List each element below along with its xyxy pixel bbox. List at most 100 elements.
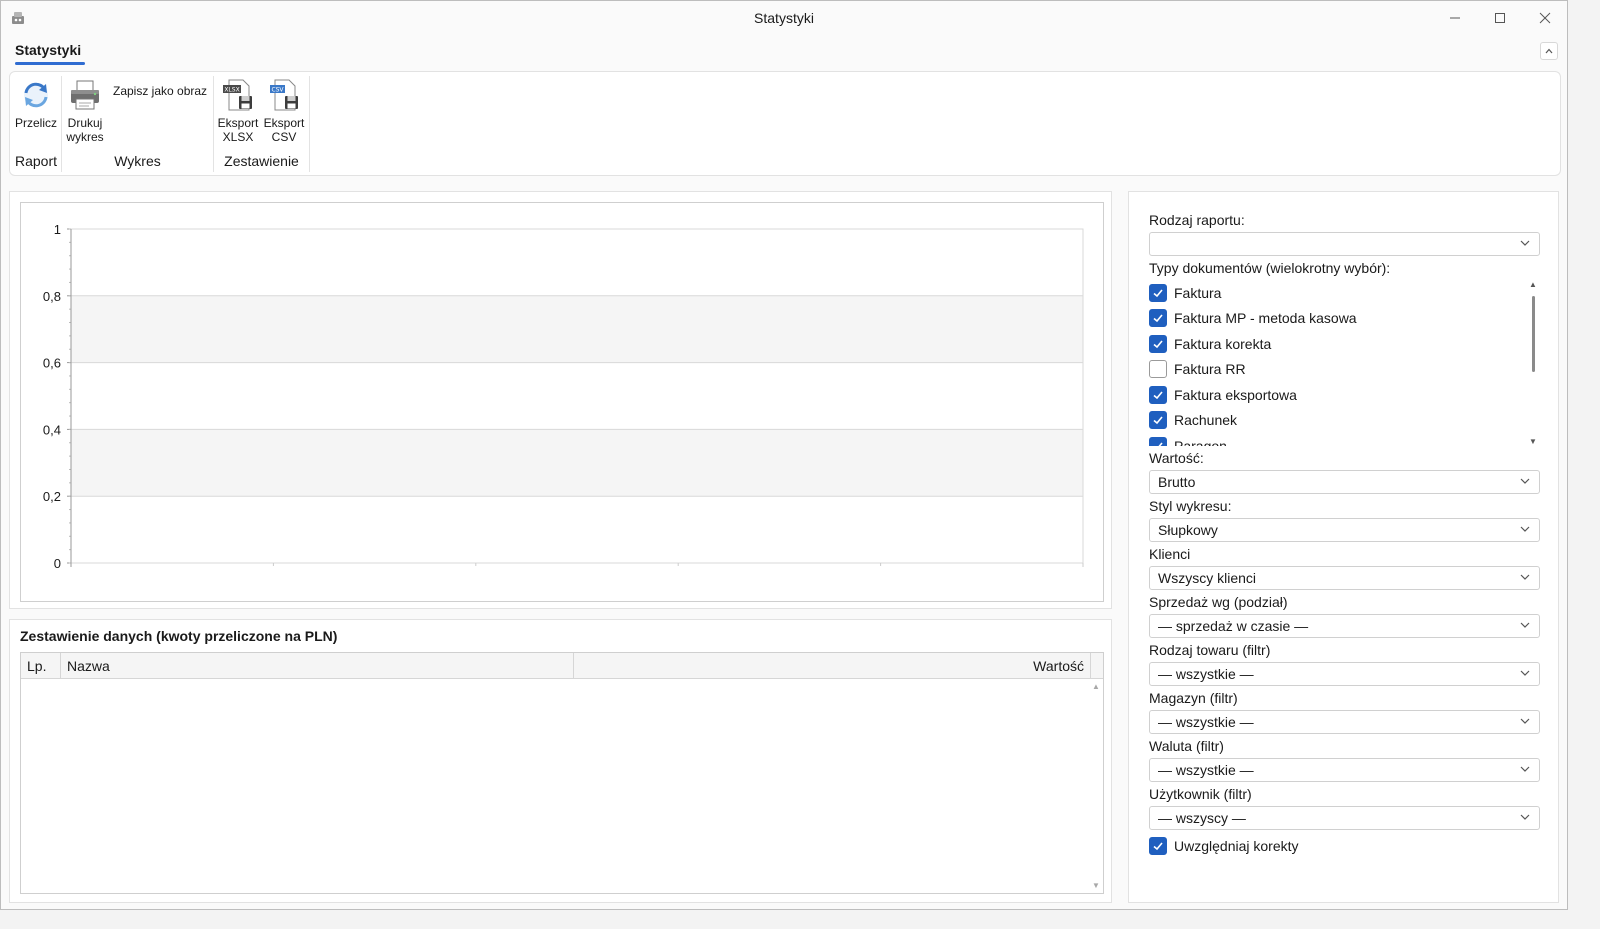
- ribbon-group-title-wykres: Wykres: [114, 153, 161, 169]
- warehouse-label: Magazyn (filtr): [1149, 690, 1238, 706]
- column-header-wartosc[interactable]: Wartość: [574, 653, 1091, 679]
- checkbox-checked-icon[interactable]: [1149, 411, 1167, 429]
- currency-select[interactable]: — wszystkie —: [1149, 758, 1540, 782]
- column-header-nazwa[interactable]: Nazwa: [61, 653, 574, 679]
- product-type-select[interactable]: — wszystkie —: [1149, 662, 1540, 686]
- tab-underline: [15, 62, 85, 65]
- checkbox-checked-icon[interactable]: [1149, 837, 1167, 855]
- scroll-down-icon[interactable]: ▼: [1529, 437, 1537, 446]
- window-title: Statystyki: [754, 10, 814, 26]
- checkbox-checked-icon[interactable]: [1149, 309, 1167, 327]
- grid-vertical-scrollbar[interactable]: ▲ ▼: [1089, 679, 1103, 893]
- data-summary-title: Zestawienie danych (kwoty przeliczone na…: [20, 628, 338, 644]
- warehouse-value: — wszystkie —: [1158, 714, 1254, 730]
- document-type-label: Faktura RR: [1174, 361, 1246, 377]
- scroll-up-icon[interactable]: ▲: [1092, 682, 1100, 691]
- report-type-select[interactable]: [1149, 232, 1540, 256]
- recalculate-button[interactable]: Przelicz: [14, 78, 58, 130]
- chevron-down-icon: [1520, 240, 1530, 246]
- ribbon-group-raport: Przelicz Raport: [10, 72, 62, 175]
- minimize-icon: [1450, 17, 1460, 19]
- document-type-label: Faktura korekta: [1174, 336, 1272, 352]
- chart-band: [71, 295, 1083, 363]
- svg-text:CSV: CSV: [271, 87, 284, 94]
- chevron-down-icon: [1520, 814, 1530, 820]
- export-xlsx-button[interactable]: XLSX Eksport XLSX: [217, 78, 259, 144]
- refresh-icon: [24, 82, 48, 108]
- ribbon-collapse-button[interactable]: [1540, 42, 1558, 60]
- product-type-value: — wszystkie —: [1158, 666, 1254, 682]
- y-tick-label: 0: [54, 556, 61, 571]
- currency-value: — wszystkie —: [1158, 762, 1254, 778]
- scroll-down-icon[interactable]: ▼: [1092, 881, 1100, 890]
- currency-label: Waluta (filtr): [1149, 738, 1224, 754]
- export-csv-label-line1: Eksport: [263, 116, 305, 130]
- sales-split-select[interactable]: — sprzedaż w czasie —: [1149, 614, 1540, 638]
- chart-band: [71, 429, 1083, 497]
- column-header-lp[interactable]: Lp.: [21, 653, 61, 679]
- app-window: Statystyki Statystyki Przelicz Raport Dr…: [0, 0, 1568, 910]
- document-types-list: Faktura Faktura MP - metoda kasowa Faktu…: [1149, 280, 1540, 446]
- maximize-button[interactable]: [1477, 1, 1523, 35]
- document-type-label: Faktura MP - metoda kasowa: [1174, 310, 1357, 326]
- scroll-up-icon[interactable]: ▲: [1529, 280, 1537, 289]
- checkbox-checked-icon[interactable]: [1149, 386, 1167, 404]
- sales-split-value: — sprzedaż w czasie —: [1158, 618, 1309, 634]
- chart-style-select[interactable]: Słupkowy: [1149, 518, 1540, 542]
- ribbon-group-title-raport: Raport: [14, 153, 58, 169]
- svg-text:XLSX: XLSX: [224, 87, 239, 94]
- report-type-label: Rodzaj raportu:: [1149, 212, 1245, 228]
- csv-export-icon: CSV: [270, 79, 298, 111]
- document-type-label: Faktura: [1174, 285, 1222, 301]
- scrollbar-thumb[interactable]: [1532, 296, 1535, 372]
- document-type-item[interactable]: Faktura korekta: [1149, 333, 1271, 355]
- checkbox-checked-icon[interactable]: [1149, 335, 1167, 353]
- chevron-down-icon: [1520, 718, 1530, 724]
- document-type-item[interactable]: Faktura MP - metoda kasowa: [1149, 307, 1357, 329]
- user-label: Użytkownik (filtr): [1149, 786, 1252, 802]
- y-tick-label: 0,6: [43, 356, 61, 371]
- chevron-down-icon: [1520, 766, 1530, 772]
- document-types-label: Typy dokumentów (wielokrotny wybór):: [1149, 260, 1391, 276]
- print-chart-button[interactable]: Drukuj wykres: [64, 78, 106, 144]
- report-options-panel: Rodzaj raportu: Typy dokumentów (wielokr…: [1128, 191, 1559, 903]
- user-select[interactable]: — wszyscy —: [1149, 806, 1540, 830]
- export-csv-button[interactable]: CSV Eksport CSV: [263, 78, 305, 144]
- minimize-button[interactable]: [1432, 1, 1478, 35]
- warehouse-select[interactable]: — wszystkie —: [1149, 710, 1540, 734]
- chevron-down-icon: [1520, 478, 1530, 484]
- document-types-scrollbar[interactable]: ▲ ▼: [1529, 280, 1539, 446]
- y-tick-label: 0,8: [43, 289, 61, 304]
- ribbon-tab-row: Statystyki: [1, 35, 1567, 69]
- document-type-item[interactable]: Rachunek: [1149, 409, 1237, 431]
- document-type-item[interactable]: Faktura RR: [1149, 358, 1246, 380]
- document-type-label: Paragon: [1174, 438, 1227, 446]
- clients-select[interactable]: Wszyscy klienci: [1149, 566, 1540, 590]
- maximize-icon: [1495, 13, 1505, 23]
- close-button[interactable]: [1522, 1, 1568, 35]
- title-bar: Statystyki: [1, 1, 1567, 35]
- y-tick-label: 0,2: [43, 489, 61, 504]
- document-type-item[interactable]: Faktura eksportowa: [1149, 384, 1297, 406]
- tab-statystyki[interactable]: Statystyki: [15, 42, 81, 58]
- xlsx-export-icon: XLSX: [223, 79, 252, 111]
- checkbox-unchecked-icon[interactable]: [1149, 360, 1167, 378]
- chevron-down-icon: [1520, 622, 1530, 628]
- product-type-label: Rodzaj towaru (filtr): [1149, 642, 1271, 658]
- checkbox-checked-icon[interactable]: [1149, 437, 1167, 446]
- export-xlsx-label-line1: Eksport: [217, 116, 259, 130]
- chevron-down-icon: [1520, 574, 1530, 580]
- value-select[interactable]: Brutto: [1149, 470, 1540, 494]
- checkbox-checked-icon[interactable]: [1149, 284, 1167, 302]
- document-type-item[interactable]: Faktura: [1149, 282, 1221, 304]
- save-as-image-button[interactable]: Zapisz jako obraz: [113, 84, 207, 98]
- chevron-up-icon: [1545, 48, 1553, 54]
- chart-frame: 1 0,8 0,6 0,4 0,2 0: [20, 202, 1104, 602]
- export-csv-label-line2: CSV: [271, 130, 297, 144]
- include-corrections-label: Uwzględniaj korekty: [1174, 838, 1299, 854]
- ribbon-separator: [309, 76, 310, 172]
- include-corrections-checkbox[interactable]: Uwzględniaj korekty: [1149, 835, 1299, 857]
- recalculate-label: Przelicz: [14, 116, 57, 130]
- document-type-item[interactable]: Paragon: [1149, 435, 1227, 446]
- close-icon: [1539, 12, 1551, 24]
